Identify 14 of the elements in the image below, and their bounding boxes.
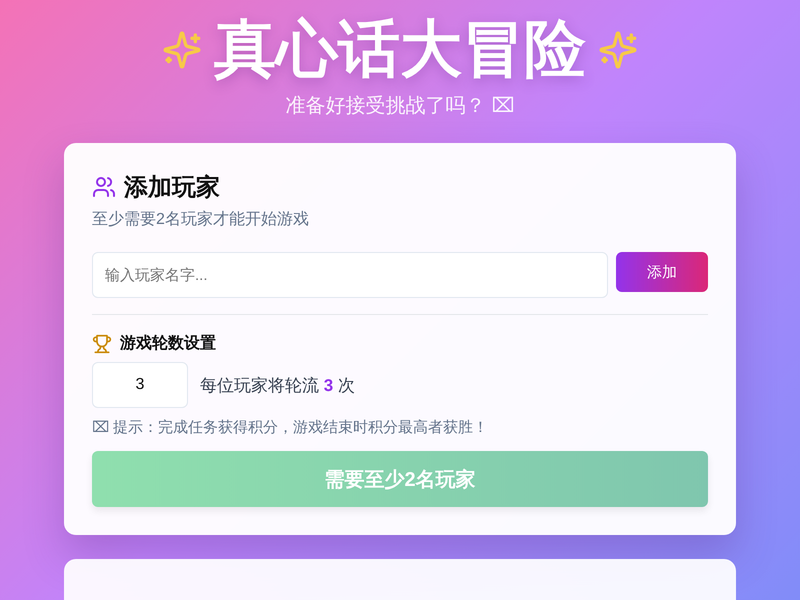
rounds-title: 游戏轮数设置 — [120, 334, 216, 354]
player-name-field[interactable]: 输入玩家名字... — [92, 252, 608, 298]
subtitle: 准备好接受挑战了吗？ ⌧ — [286, 94, 514, 119]
sparkle-icon — [162, 30, 202, 70]
trophy-icon — [92, 334, 112, 354]
rounds-field[interactable]: 3 — [92, 362, 188, 408]
users-icon — [92, 175, 116, 199]
app-title: 真心话大冒险 — [214, 14, 586, 86]
add-button[interactable]: 添加 — [616, 252, 708, 292]
sparkle-icon — [598, 30, 638, 70]
section-description: 至少需要2名玩家才能开始游戏 — [92, 210, 310, 230]
tip-text: ⌧ 提示：完成任务获得积分，游戏结束时积分最高者获胜！ — [92, 418, 490, 437]
section-title: 添加玩家 — [124, 173, 220, 203]
rounds-description: 每位玩家将轮流 3 次 — [200, 374, 355, 396]
